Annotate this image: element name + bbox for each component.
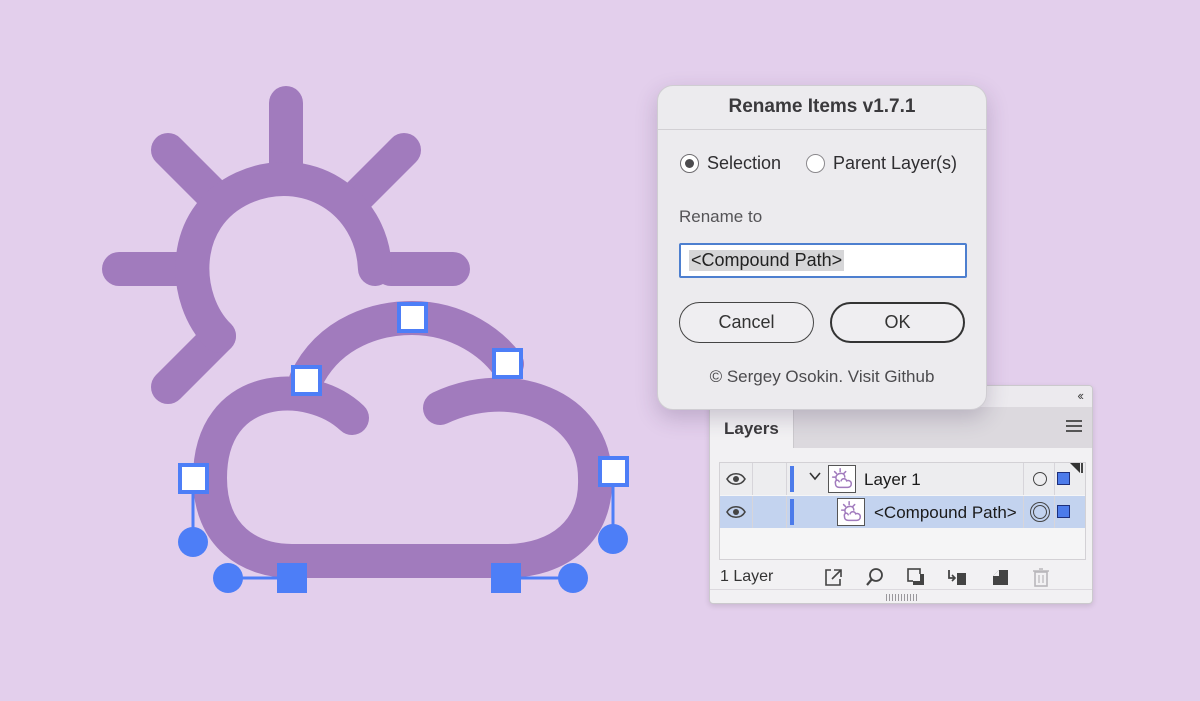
visibility-eye-icon[interactable] — [726, 504, 746, 520]
ok-button[interactable]: OK — [830, 302, 965, 343]
collapse-panel-button[interactable]: ‹‹ — [1077, 388, 1084, 403]
layers-list: Layer 1 <Compound Path> — [719, 462, 1086, 560]
panel-tabbar: Layers — [710, 408, 1092, 448]
radio-button-checked[interactable] — [680, 154, 699, 173]
delete-icon[interactable] — [1030, 566, 1052, 588]
credit-link[interactable]: © Sergey Osokin. Visit Github — [658, 367, 986, 387]
rename-to-label: Rename to — [679, 207, 763, 226]
column-divider — [1023, 496, 1024, 528]
cloud-compound-path — [193, 301, 613, 578]
layer-count: 1 Layer — [720, 568, 774, 585]
target-circle-icon[interactable] — [1030, 502, 1050, 522]
target-circle-icon[interactable] — [1033, 472, 1047, 486]
column-divider — [786, 463, 787, 495]
locate-object-icon[interactable] — [864, 566, 886, 588]
chevron-down-icon[interactable] — [808, 469, 822, 483]
tab-layers[interactable]: Layers — [710, 408, 794, 448]
radio-label[interactable]: Parent Layer(s) — [833, 153, 957, 174]
panel-menu-icon[interactable] — [1066, 420, 1082, 434]
cancel-button[interactable]: Cancel — [679, 302, 814, 343]
selection-indicator-icon[interactable] — [1057, 505, 1070, 518]
layer-thumbnail — [837, 498, 865, 526]
scrollbar[interactable] — [1081, 463, 1083, 473]
radio-button-unchecked[interactable] — [806, 154, 825, 173]
layer-thumbnail — [828, 465, 856, 493]
column-divider — [1054, 496, 1055, 528]
rename-input-value[interactable]: <Compound Path> — [689, 250, 845, 271]
column-divider — [752, 463, 753, 495]
column-divider — [752, 496, 753, 528]
column-divider — [1054, 463, 1055, 495]
dialog-title: Rename Items v1.7.1 — [658, 86, 986, 130]
radio-label[interactable]: Selection — [707, 153, 781, 174]
layer-color-bar — [790, 499, 794, 525]
current-layer-corner-icon — [1070, 463, 1080, 473]
make-clipping-mask-icon[interactable] — [905, 566, 927, 588]
rename-items-dialog: Rename Items v1.7.1 Selection Parent Lay… — [657, 85, 987, 410]
layer-row[interactable]: Layer 1 — [720, 463, 1085, 495]
layer-color-bar — [790, 466, 794, 492]
selection-indicator-icon[interactable] — [1057, 472, 1070, 485]
new-layer-icon[interactable] — [989, 566, 1011, 588]
visibility-eye-icon[interactable] — [726, 471, 746, 487]
column-divider — [1023, 463, 1024, 495]
resize-grip-icon[interactable] — [886, 594, 918, 601]
rename-input[interactable]: <Compound Path> — [679, 243, 967, 278]
column-divider — [786, 496, 787, 528]
panel-divider — [710, 589, 1092, 590]
layer-name[interactable]: Layer 1 — [864, 470, 921, 490]
sun-icon — [102, 86, 470, 404]
collect-for-export-icon[interactable] — [822, 566, 844, 588]
layers-panel: ‹‹ Layers Layer 1 <Compound Path> 1 Laye… — [709, 385, 1093, 604]
layer-row[interactable]: <Compound Path> — [720, 496, 1085, 528]
layer-name[interactable]: <Compound Path> — [874, 503, 1017, 523]
new-sublayer-icon[interactable] — [946, 566, 968, 588]
